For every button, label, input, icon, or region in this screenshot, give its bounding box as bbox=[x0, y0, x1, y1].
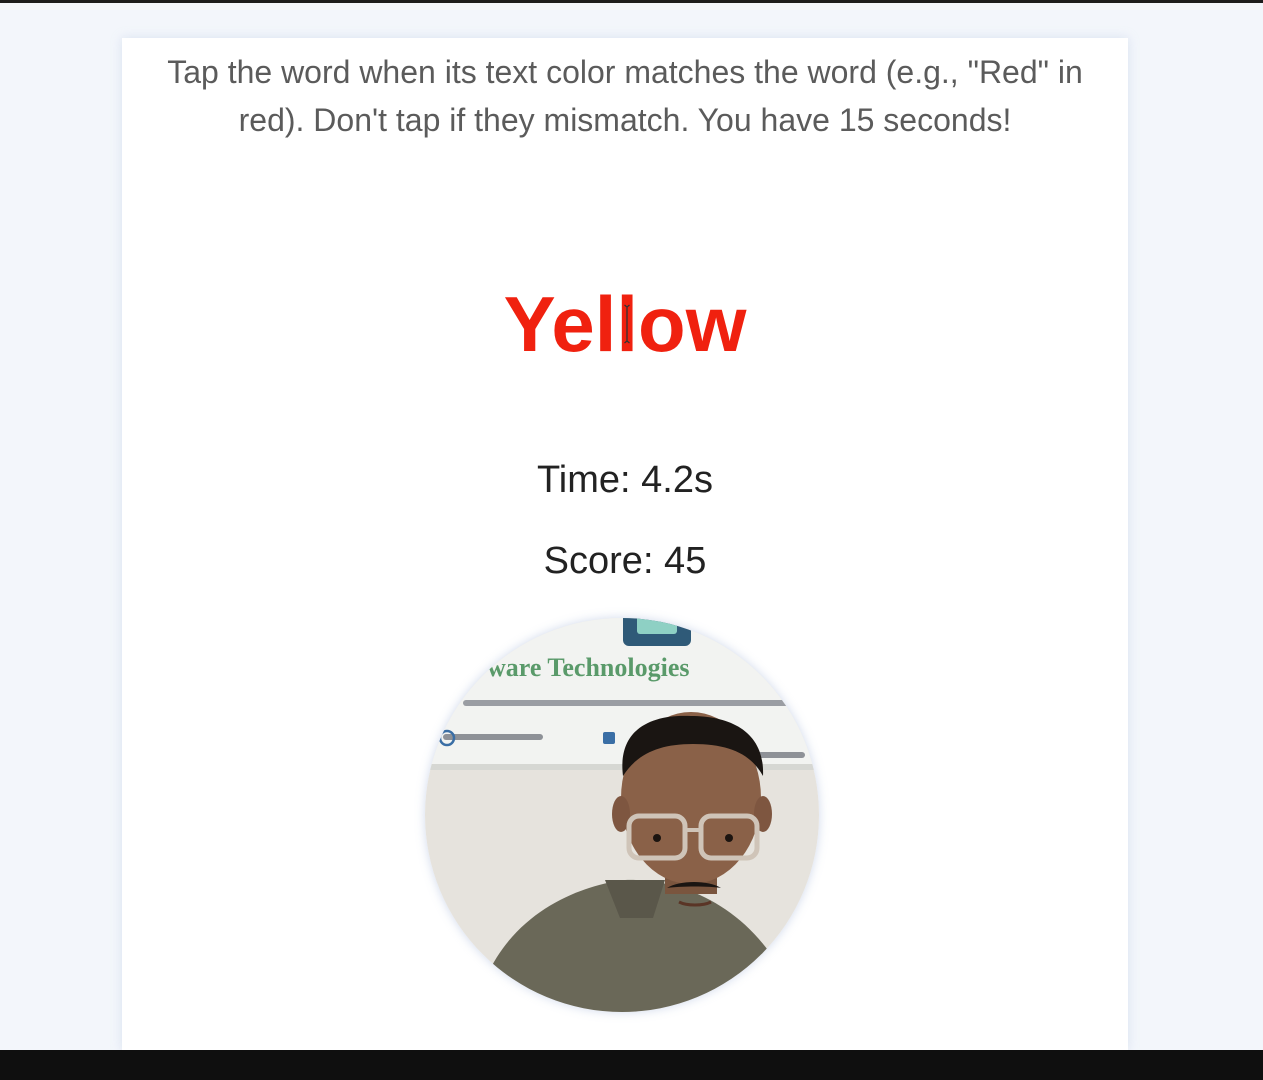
webcam-preview: ware Technologies bbox=[425, 618, 819, 1012]
text-cursor-icon bbox=[624, 304, 630, 344]
score-display: Score: 45 bbox=[543, 540, 707, 582]
game-instructions: Tap the word when its text color matches… bbox=[167, 54, 1083, 138]
game-card: Tap the word when its text color matches… bbox=[122, 38, 1128, 1050]
top-window-edge bbox=[0, 0, 1263, 3]
time-remaining: Time: 4.2s bbox=[537, 459, 713, 501]
banner-text: ware Technologies bbox=[487, 653, 689, 682]
bottom-bar bbox=[0, 1050, 1263, 1080]
